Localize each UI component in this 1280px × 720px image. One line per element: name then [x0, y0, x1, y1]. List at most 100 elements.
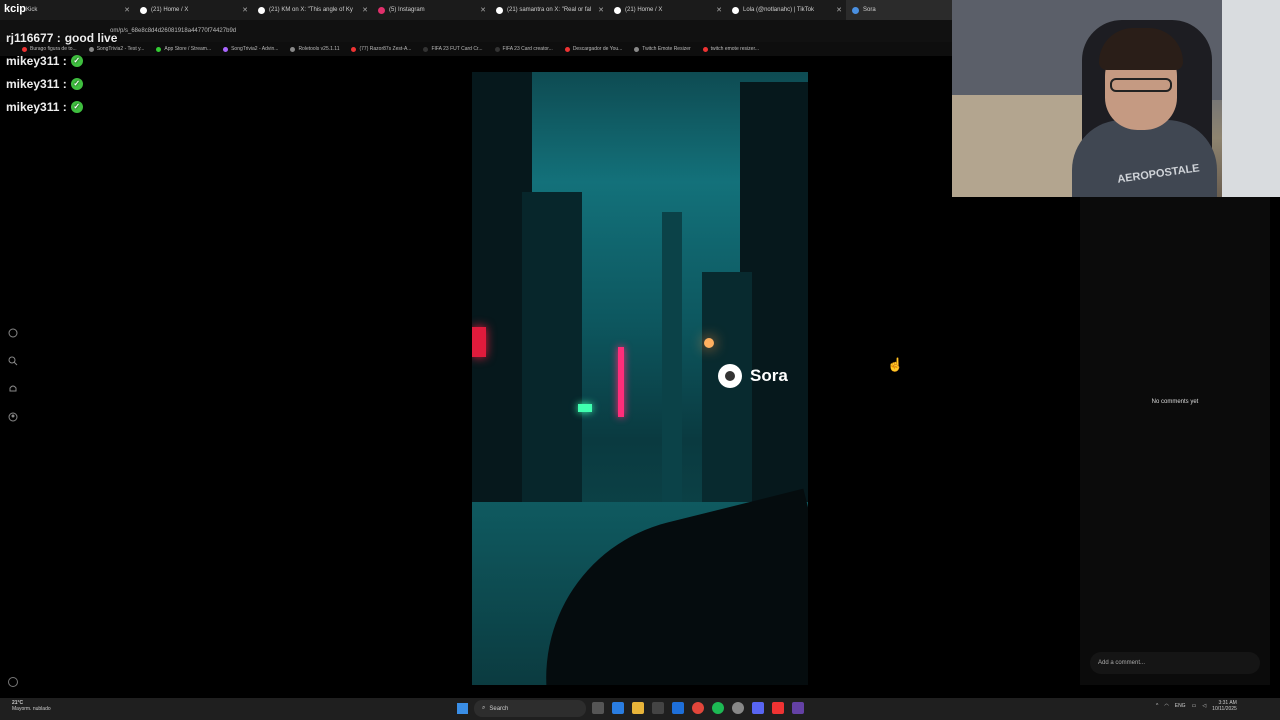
chrome-icon[interactable] [692, 702, 704, 714]
globe-icon [290, 46, 296, 52]
emote-icon: ✓ [70, 100, 83, 113]
bed [952, 95, 1082, 197]
x-logo-icon [140, 6, 147, 14]
sora-logo-icon [718, 364, 742, 388]
neon-sign [618, 347, 624, 417]
bookmark-item[interactable]: twitch emote resizer... [702, 46, 759, 52]
x-logo-icon [614, 6, 621, 14]
weather-widget[interactable]: 21°C Mayorm. nublado [12, 700, 51, 712]
windows-start-icon[interactable] [457, 703, 468, 714]
shirt [1072, 120, 1217, 197]
taskbar-search[interactable]: ⌕ Search [474, 700, 586, 717]
app-icon [156, 46, 162, 52]
close-icon[interactable]: ✕ [836, 6, 842, 14]
neon-sign [472, 327, 486, 357]
chat-message: mikey311 : ✓ [6, 95, 117, 118]
x-logo-icon [496, 6, 503, 14]
network-icon[interactable]: ▭ [1192, 703, 1197, 709]
chat-message: mikey311 : ✓ [6, 72, 117, 95]
tab-label: (21) KM on X: "This angle of Ky [269, 7, 353, 13]
tab-x-samantra[interactable]: (21) samantra on X: "Real or fal ✕ [490, 0, 608, 20]
tab-label: (21) Home / X [625, 7, 663, 13]
chat-username: rj116677 : [6, 30, 61, 45]
clock[interactable]: 3:31 AM 10/11/2025 [1212, 700, 1237, 712]
settings-icon[interactable] [732, 702, 744, 714]
streetlight [704, 338, 714, 348]
tab-x-home-2[interactable]: (21) Home / X ✕ [608, 0, 726, 20]
weather-desc: Mayorm. nublado [12, 706, 51, 712]
close-icon[interactable]: ✕ [362, 6, 368, 14]
file-explorer-icon[interactable] [632, 702, 644, 714]
bookmark-item[interactable]: SongTrivia2 - Advin... [223, 46, 278, 52]
watermark-text: Sora [750, 366, 788, 385]
tab-label: Kick [26, 7, 38, 13]
spotify-icon[interactable] [712, 702, 724, 714]
bookmark-item[interactable]: Twitch Emote Resizer [634, 46, 691, 52]
globe-icon [634, 46, 640, 52]
app-icon [423, 46, 429, 52]
tab-label: (21) Home / X [151, 7, 189, 13]
chevron-up-icon[interactable]: ^ [1156, 703, 1158, 709]
app-icon [223, 46, 229, 52]
chat-text: good live [64, 30, 118, 45]
wifi-icon[interactable]: ◠ [1164, 703, 1168, 709]
profile-icon[interactable] [6, 410, 20, 424]
bookmark-item[interactable]: App Store / Stream... [156, 46, 211, 52]
system-tray: ^ ◠ ENG ▭ ◁ 3:31 AM 10/11/2025 [1156, 700, 1237, 712]
search-icon[interactable] [6, 354, 20, 368]
chat-username: mikey311 : [6, 53, 67, 68]
hand-cursor-icon: ☝ [887, 357, 904, 372]
close-icon[interactable]: ✕ [242, 6, 248, 14]
chat-message: mikey311 : ✓ [6, 49, 117, 72]
store-icon[interactable] [652, 702, 664, 714]
neon-sign [578, 404, 592, 412]
sora-watermark: Sora [718, 364, 788, 388]
close-icon[interactable]: ✕ [480, 6, 486, 14]
tab-x-home[interactable]: (21) Home / X ✕ [134, 0, 252, 20]
task-view-icon[interactable] [592, 702, 604, 714]
tiktok-icon [732, 6, 739, 14]
address-bar[interactable]: om/p/s_68e8c8d4d26081918a44770f74427b9d [0, 20, 952, 42]
discord-icon[interactable] [752, 702, 764, 714]
close-icon[interactable]: ✕ [598, 6, 604, 14]
music-icon[interactable] [772, 702, 784, 714]
url-text: om/p/s_68e8c8d4d26081918a44770f74427b9d [110, 28, 237, 34]
webcam-overlay: AEROPOSTALE [952, 0, 1280, 197]
settings-icon[interactable] [8, 677, 18, 687]
tab-label: Lola (@notlanahc) | TikTok [743, 7, 815, 13]
clock-date: 10/11/2025 [1212, 706, 1237, 712]
tab-x-post[interactable]: (21) KM on X: "This angle of Ky ✕ [252, 0, 372, 20]
close-icon[interactable]: ✕ [716, 6, 722, 14]
no-comments-text: No comments yet [1151, 399, 1199, 405]
tab-label: Sora [863, 7, 876, 13]
home-icon[interactable] [6, 326, 20, 340]
app-icon[interactable] [792, 702, 804, 714]
bell-icon[interactable] [6, 382, 20, 396]
glasses [1110, 78, 1172, 92]
tab-instagram[interactable]: (5) Instagram ✕ [372, 0, 490, 20]
bookmarks-bar: Burago figura de to... SongTrivia2 - Tes… [0, 42, 952, 56]
volume-icon[interactable]: ◁ [1202, 703, 1206, 709]
tab-tiktok[interactable]: Lola (@notlanahc) | TikTok ✕ [726, 0, 846, 20]
room-wall [1222, 0, 1280, 197]
chat-username: mikey311 : [6, 99, 67, 114]
add-comment-input[interactable]: Add a comment... [1090, 652, 1260, 674]
tower-shape [662, 212, 682, 512]
taskbar-apps [592, 702, 804, 714]
bookmark-item[interactable]: (77) Razor87s Zest-A... [351, 46, 411, 52]
bookmark-item[interactable]: FIFA 23 Card creator... [494, 46, 553, 52]
comments-panel: No comments yet Add a comment... [1080, 197, 1270, 685]
tab-label: (5) Instagram [389, 7, 425, 13]
screen: Kick ✕ (21) Home / X ✕ (21) KM on X: "Th… [0, 0, 1280, 720]
bookmark-item[interactable]: Roletools v25.1.11 [290, 46, 339, 52]
tab-sora[interactable]: Sora [846, 0, 952, 20]
bookmark-item[interactable]: FIFA 23 FUT Card Cr... [423, 46, 483, 52]
outlook-icon[interactable] [672, 702, 684, 714]
browser-tab-strip: Kick ✕ (21) Home / X ✕ (21) KM on X: "Th… [0, 0, 952, 20]
bookmark-item[interactable]: Descargador de You... [564, 46, 622, 52]
edge-icon[interactable] [612, 702, 624, 714]
close-icon[interactable]: ✕ [124, 6, 130, 14]
language-indicator[interactable]: ENG [1175, 703, 1186, 709]
sora-icon [852, 6, 859, 14]
left-nav-rail [6, 326, 20, 438]
